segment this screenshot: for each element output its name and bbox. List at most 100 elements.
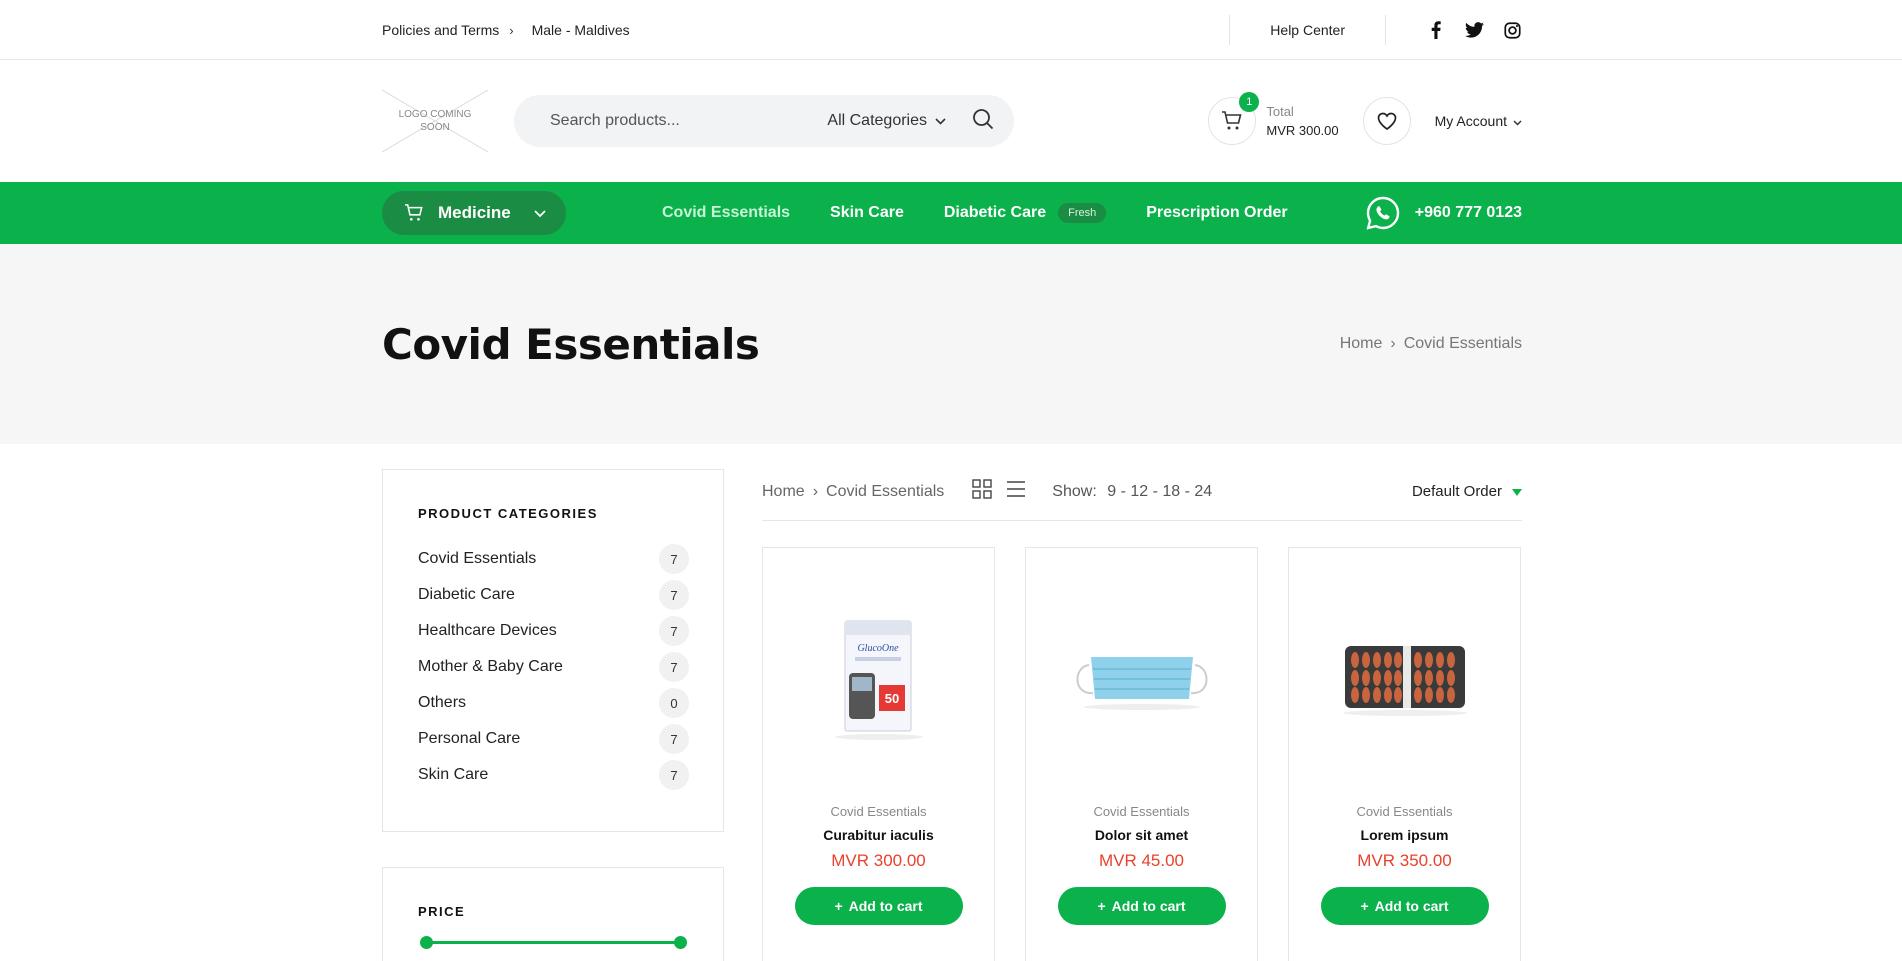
wishlist-button[interactable] xyxy=(1362,97,1411,145)
category-name: Others xyxy=(418,694,467,711)
add-to-cart-label: Add to cart xyxy=(848,898,923,914)
category-name: Diabetic Care xyxy=(418,586,515,603)
category-name: Personal Care xyxy=(418,730,521,747)
cart-icon xyxy=(1222,111,1242,130)
category-count: 7 xyxy=(659,760,689,790)
chevron-right-icon: › xyxy=(509,22,514,38)
category-name: Skin Care xyxy=(418,766,489,783)
grid-view-icon[interactable] xyxy=(972,479,992,504)
site-header: LOGO COMING SOON All Categories 1 Total … xyxy=(0,60,1902,182)
product-category[interactable]: Covid Essentials xyxy=(1026,804,1257,819)
list-view-icon[interactable] xyxy=(1006,479,1026,504)
show-per-page: Show: 9 - 12 - 18 - 24 xyxy=(1052,483,1212,501)
add-to-cart-button[interactable]: + Add to cart xyxy=(794,887,963,925)
category-count: 7 xyxy=(659,616,689,646)
product-card[interactable]: Covid Essentials Lorem ipsum MVR 350.00 … xyxy=(1288,547,1521,961)
policies-link[interactable]: Policies and Terms xyxy=(382,22,499,38)
nav-item-skin-care[interactable]: Skin Care xyxy=(830,204,904,222)
add-to-cart-button[interactable]: + Add to cart xyxy=(1057,887,1226,925)
slider-min-handle[interactable] xyxy=(420,936,433,949)
whatsapp-icon xyxy=(1366,196,1399,230)
product-name[interactable]: Curabitur iaculis xyxy=(763,827,994,843)
category-count: 7 xyxy=(659,724,689,754)
nav-item-prescription-order[interactable]: Prescription Order xyxy=(1146,204,1287,222)
search-input[interactable] xyxy=(550,112,828,130)
svg-text:GlucoOne: GlucoOne xyxy=(857,643,899,654)
product-image[interactable] xyxy=(1026,558,1257,798)
chevron-right-icon: › xyxy=(812,482,819,500)
widget-title: PRODUCT CATEGORIES xyxy=(418,506,598,521)
product-listing: Home › Covid Essentials Show: 9 - 12 - 1… xyxy=(762,469,1522,961)
breadcrumb: Home › Covid Essentials xyxy=(762,483,944,501)
breadcrumb-current: Covid Essentials xyxy=(826,482,945,500)
product-name[interactable]: Dolor sit amet xyxy=(1026,827,1257,843)
breadcrumb-home[interactable]: Home xyxy=(762,483,805,501)
order-select-label: Default Order xyxy=(1411,483,1502,500)
plus-icon: + xyxy=(1097,898,1106,914)
add-to-cart-button[interactable]: + Add to cart xyxy=(1320,887,1489,925)
fresh-badge: Fresh xyxy=(1058,203,1107,223)
category-item[interactable]: Others 0 xyxy=(418,685,689,721)
category-item[interactable]: Diabetic Care 7 xyxy=(418,577,689,613)
breadcrumb-home[interactable]: Home xyxy=(1340,335,1383,353)
nav-item-diabetic-care[interactable]: Diabetic Care Fresh xyxy=(943,203,1107,223)
nav-item-covid-essentials[interactable]: Covid Essentials xyxy=(662,204,790,222)
page-header: Covid Essentials Home › Covid Essentials xyxy=(0,244,1902,444)
product-category[interactable]: Covid Essentials xyxy=(763,804,994,819)
product-categories-widget: PRODUCT CATEGORIES Covid Essentials 7 Di… xyxy=(382,469,724,832)
category-item[interactable]: Mother & Baby Care 7 xyxy=(418,649,689,685)
search-bar: All Categories xyxy=(514,95,1014,147)
product-price: MVR 350.00 xyxy=(1357,851,1452,870)
slider-max-handle[interactable] xyxy=(674,936,687,949)
category-name: Mother & Baby Care xyxy=(418,658,563,675)
show-options[interactable]: 9 - 12 - 18 - 24 xyxy=(1107,483,1212,500)
heart-icon xyxy=(1377,112,1396,130)
facebook-icon[interactable] xyxy=(1426,20,1446,40)
category-name: Covid Essentials xyxy=(418,550,537,567)
product-card[interactable]: GlucoOne 50 Covid Essentials Curabitur i… xyxy=(762,547,995,961)
product-category[interactable]: Covid Essentials xyxy=(1289,804,1520,819)
product-image[interactable]: GlucoOne 50 xyxy=(763,558,994,798)
product-card[interactable]: Covid Essentials Dolor sit amet MVR 45.0… xyxy=(1025,547,1258,961)
category-item[interactable]: Healthcare Devices 7 xyxy=(418,613,689,649)
logo[interactable]: LOGO COMING SOON xyxy=(382,90,488,152)
my-account-menu[interactable]: My Account xyxy=(1435,113,1522,129)
top-bar: Policies and Terms › Male - Maldives Hel… xyxy=(0,0,1902,60)
product-image[interactable] xyxy=(1289,558,1520,798)
instagram-icon[interactable] xyxy=(1502,20,1522,40)
category-item[interactable]: Personal Care 7 xyxy=(418,721,689,757)
category-item[interactable]: Covid Essentials 7 xyxy=(418,541,689,577)
order-select[interactable]: Default Order xyxy=(1412,483,1522,500)
page-title: Covid Essentials xyxy=(382,319,760,369)
location-link[interactable]: Male - Maldives xyxy=(532,22,630,38)
listing-toolbar: Home › Covid Essentials Show: 9 - 12 - 1… xyxy=(762,469,1522,521)
phone-contact[interactable]: +960 777 0123 xyxy=(1365,195,1522,231)
department-label: Medicine xyxy=(438,203,511,222)
category-item[interactable]: Skin Care 7 xyxy=(418,757,689,793)
widget-title: PRICE xyxy=(418,904,466,919)
category-name: Healthcare Devices xyxy=(418,622,557,639)
cart-count-badge: 1 xyxy=(1239,92,1260,112)
add-to-cart-label: Add to cart xyxy=(1111,898,1186,914)
sidebar: PRODUCT CATEGORIES Covid Essentials 7 Di… xyxy=(382,469,724,961)
add-to-cart-label: Add to cart xyxy=(1374,898,1449,914)
svg-text:50: 50 xyxy=(884,691,898,706)
department-menu-button[interactable]: Medicine xyxy=(382,191,566,235)
category-select[interactable]: All Categories xyxy=(827,112,946,130)
my-account-label: My Account xyxy=(1434,113,1507,129)
cart-button[interactable]: 1 xyxy=(1208,92,1260,145)
product-grid: GlucoOne 50 Covid Essentials Curabitur i… xyxy=(762,547,1522,961)
cart-total-amount: MVR 300.00 xyxy=(1266,123,1339,138)
price-range-slider[interactable] xyxy=(418,935,689,949)
product-price: MVR 300.00 xyxy=(831,851,926,870)
slider-track xyxy=(425,941,682,944)
cart-total[interactable]: Total MVR 300.00 xyxy=(1266,102,1338,140)
plus-icon: + xyxy=(1360,898,1369,914)
breadcrumb-current: Covid Essentials xyxy=(1403,335,1522,352)
nav-item-diabetic-care-label: Diabetic Care xyxy=(943,204,1047,221)
twitter-icon[interactable] xyxy=(1464,20,1484,40)
search-icon[interactable] xyxy=(972,108,994,135)
product-name[interactable]: Lorem ipsum xyxy=(1289,827,1520,843)
help-center-link[interactable]: Help Center xyxy=(1230,22,1385,38)
cart-icon xyxy=(405,204,423,221)
